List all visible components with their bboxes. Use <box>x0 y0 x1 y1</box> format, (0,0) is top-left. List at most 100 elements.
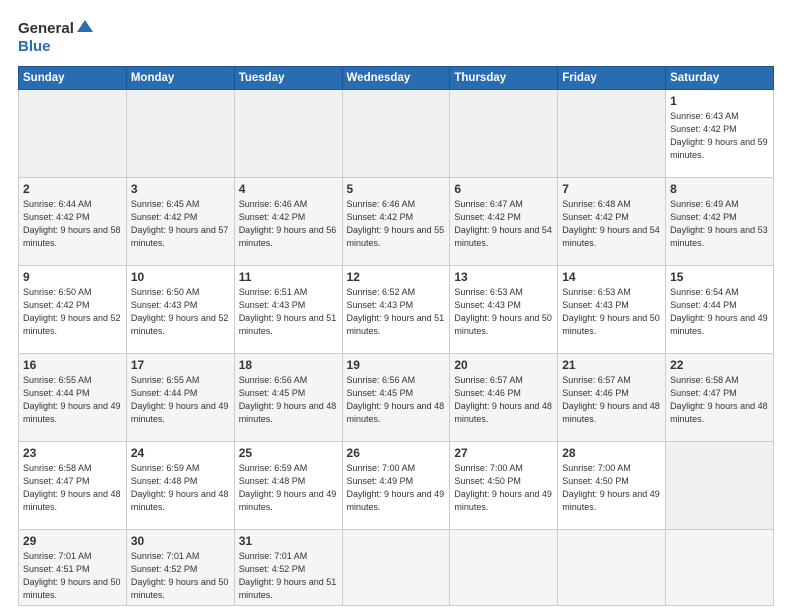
day-number: 2 <box>23 182 122 196</box>
day-number: 26 <box>347 446 446 460</box>
calendar-cell: 28 Sunrise: 7:00 AMSunset: 4:50 PMDayligh… <box>558 442 666 530</box>
calendar-cell <box>666 442 774 530</box>
day-info: Sunrise: 6:51 AMSunset: 4:43 PMDaylight:… <box>239 286 338 338</box>
logo: General Blue <box>18 18 96 56</box>
day-number: 18 <box>239 358 338 372</box>
col-header-tuesday: Tuesday <box>234 67 342 90</box>
day-number: 8 <box>670 182 769 196</box>
calendar-cell: 13 Sunrise: 6:53 AMSunset: 4:43 PMDayligh… <box>450 266 558 354</box>
day-info: Sunrise: 6:46 AMSunset: 4:42 PMDaylight:… <box>347 198 446 250</box>
day-number: 15 <box>670 270 769 284</box>
day-info: Sunrise: 6:55 AMSunset: 4:44 PMDaylight:… <box>131 374 230 426</box>
day-number: 4 <box>239 182 338 196</box>
day-info: Sunrise: 6:58 AMSunset: 4:47 PMDaylight:… <box>670 374 769 426</box>
day-number: 22 <box>670 358 769 372</box>
calendar-cell: 21 Sunrise: 6:57 AMSunset: 4:46 PMDayligh… <box>558 354 666 442</box>
day-info: Sunrise: 6:55 AMSunset: 4:44 PMDaylight:… <box>23 374 122 426</box>
day-info: Sunrise: 6:56 AMSunset: 4:45 PMDaylight:… <box>347 374 446 426</box>
day-info: Sunrise: 6:44 AMSunset: 4:42 PMDaylight:… <box>23 198 122 250</box>
calendar-cell: 18Sunrise: 6:56 AMSunset: 4:45 PMDayligh… <box>234 354 342 442</box>
day-info: Sunrise: 7:00 AMSunset: 4:50 PMDaylight:… <box>562 462 661 514</box>
calendar-cell: 8 Sunrise: 6:49 AMSunset: 4:42 PMDaylight… <box>666 178 774 266</box>
calendar-week-row: 1 Sunrise: 6:43 AMSunset: 4:42 PMDaylight… <box>19 90 774 178</box>
day-number: 7 <box>562 182 661 196</box>
day-info: Sunrise: 6:48 AMSunset: 4:42 PMDaylight:… <box>562 198 661 250</box>
day-number: 30 <box>131 534 230 548</box>
calendar-cell <box>19 90 127 178</box>
day-number: 1 <box>670 94 769 108</box>
day-number: 25 <box>239 446 338 460</box>
calendar-week-row: 23 Sunrise: 6:58 AMSunset: 4:47 PMDayligh… <box>19 442 774 530</box>
calendar-cell: 26Sunrise: 7:00 AMSunset: 4:49 PMDayligh… <box>342 442 450 530</box>
day-number: 19 <box>347 358 446 372</box>
calendar-week-row: 9 Sunrise: 6:50 AMSunset: 4:42 PMDaylight… <box>19 266 774 354</box>
day-number: 27 <box>454 446 553 460</box>
calendar-week-row: 29 Sunrise: 7:01 AMSunset: 4:51 PMDayligh… <box>19 530 774 606</box>
day-number: 3 <box>131 182 230 196</box>
calendar-cell <box>450 90 558 178</box>
day-number: 9 <box>23 270 122 284</box>
calendar-cell: 6Sunrise: 6:47 AMSunset: 4:42 PMDaylight… <box>450 178 558 266</box>
calendar-cell: 16 Sunrise: 6:55 AMSunset: 4:44 PMDayligh… <box>19 354 127 442</box>
calendar-cell: 27Sunrise: 7:00 AMSunset: 4:50 PMDayligh… <box>450 442 558 530</box>
day-number: 24 <box>131 446 230 460</box>
calendar-cell: 5Sunrise: 6:46 AMSunset: 4:42 PMDaylight… <box>342 178 450 266</box>
calendar-table: SundayMondayTuesdayWednesdayThursdayFrid… <box>18 66 774 606</box>
day-info: Sunrise: 6:57 AMSunset: 4:46 PMDaylight:… <box>562 374 661 426</box>
calendar-cell: 14 Sunrise: 6:53 AMSunset: 4:43 PMDayligh… <box>558 266 666 354</box>
day-number: 16 <box>23 358 122 372</box>
day-number: 12 <box>347 270 446 284</box>
day-info: Sunrise: 7:01 AMSunset: 4:52 PMDaylight:… <box>131 550 230 602</box>
day-info: Sunrise: 6:53 AMSunset: 4:43 PMDaylight:… <box>562 286 661 338</box>
calendar-cell: 25Sunrise: 6:59 AMSunset: 4:48 PMDayligh… <box>234 442 342 530</box>
day-info: Sunrise: 6:54 AMSunset: 4:44 PMDaylight:… <box>670 286 769 338</box>
day-info: Sunrise: 6:53 AMSunset: 4:43 PMDaylight:… <box>454 286 553 338</box>
calendar-cell: 30 Sunrise: 7:01 AMSunset: 4:52 PMDayligh… <box>126 530 234 606</box>
page: General Blue SundayMondayTuesdayWednesda… <box>0 0 792 612</box>
day-number: 17 <box>131 358 230 372</box>
calendar-cell <box>342 530 450 606</box>
col-header-sunday: Sunday <box>19 67 127 90</box>
logo-icon <box>75 18 95 38</box>
day-info: Sunrise: 6:57 AMSunset: 4:46 PMDaylight:… <box>454 374 553 426</box>
calendar-cell: 3 Sunrise: 6:45 AMSunset: 4:42 PMDaylight… <box>126 178 234 266</box>
day-number: 29 <box>23 534 122 548</box>
day-info: Sunrise: 6:49 AMSunset: 4:42 PMDaylight:… <box>670 198 769 250</box>
calendar-cell <box>234 90 342 178</box>
day-number: 23 <box>23 446 122 460</box>
calendar-cell <box>450 530 558 606</box>
col-header-saturday: Saturday <box>666 67 774 90</box>
calendar-cell: 29 Sunrise: 7:01 AMSunset: 4:51 PMDayligh… <box>19 530 127 606</box>
day-info: Sunrise: 6:58 AMSunset: 4:47 PMDaylight:… <box>23 462 122 514</box>
calendar-cell <box>666 530 774 606</box>
day-number: 13 <box>454 270 553 284</box>
calendar-cell: 2 Sunrise: 6:44 AMSunset: 4:42 PMDaylight… <box>19 178 127 266</box>
calendar-cell: 24 Sunrise: 6:59 AMSunset: 4:48 PMDayligh… <box>126 442 234 530</box>
day-info: Sunrise: 6:45 AMSunset: 4:42 PMDaylight:… <box>131 198 230 250</box>
day-info: Sunrise: 6:47 AMSunset: 4:42 PMDaylight:… <box>454 198 553 250</box>
header: General Blue <box>18 18 774 56</box>
day-number: 20 <box>454 358 553 372</box>
day-number: 28 <box>562 446 661 460</box>
day-info: Sunrise: 6:59 AMSunset: 4:48 PMDaylight:… <box>131 462 230 514</box>
calendar-cell: 12 Sunrise: 6:52 AMSunset: 4:43 PMDayligh… <box>342 266 450 354</box>
day-info: Sunrise: 6:43 AMSunset: 4:42 PMDaylight:… <box>670 110 769 162</box>
day-info: Sunrise: 6:50 AMSunset: 4:42 PMDaylight:… <box>23 286 122 338</box>
col-header-monday: Monday <box>126 67 234 90</box>
day-number: 21 <box>562 358 661 372</box>
calendar-cell: 9 Sunrise: 6:50 AMSunset: 4:42 PMDaylight… <box>19 266 127 354</box>
calendar-cell: 15 Sunrise: 6:54 AMSunset: 4:44 PMDayligh… <box>666 266 774 354</box>
calendar-cell: 7 Sunrise: 6:48 AMSunset: 4:42 PMDaylight… <box>558 178 666 266</box>
calendar-week-row: 2 Sunrise: 6:44 AMSunset: 4:42 PMDaylight… <box>19 178 774 266</box>
day-number: 11 <box>239 270 338 284</box>
calendar-cell: 31Sunrise: 7:01 AMSunset: 4:52 PMDayligh… <box>234 530 342 606</box>
calendar-cell <box>558 90 666 178</box>
logo-blue: Blue <box>18 38 51 55</box>
day-info: Sunrise: 7:01 AMSunset: 4:51 PMDaylight:… <box>23 550 122 602</box>
day-info: Sunrise: 6:52 AMSunset: 4:43 PMDaylight:… <box>347 286 446 338</box>
calendar-cell <box>342 90 450 178</box>
day-number: 10 <box>131 270 230 284</box>
calendar-cell: 19 Sunrise: 6:56 AMSunset: 4:45 PMDayligh… <box>342 354 450 442</box>
day-number: 14 <box>562 270 661 284</box>
calendar-week-row: 16 Sunrise: 6:55 AMSunset: 4:44 PMDayligh… <box>19 354 774 442</box>
